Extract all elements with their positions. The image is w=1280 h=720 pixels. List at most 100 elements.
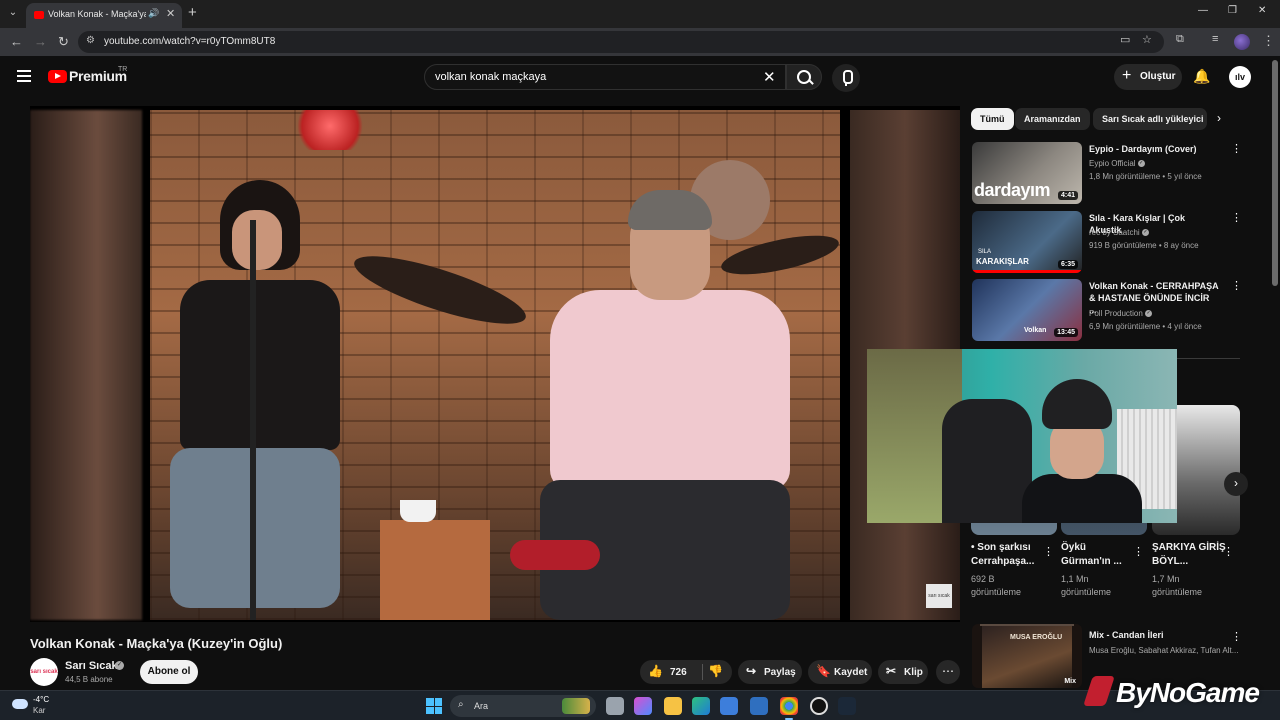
site-info-icon[interactable]: ⚙ xyxy=(86,35,95,46)
copilot-icon[interactable] xyxy=(634,697,652,715)
tab-youtube[interactable]: Volkan Konak - Maçka'ya (K 🔊 ✕ xyxy=(26,3,182,28)
weather-condition[interactable]: Kar xyxy=(33,706,45,715)
short-views: 692 Bgörüntüleme xyxy=(971,574,1022,597)
mix-thumbnail[interactable]: MUSA EROĞLU Mix xyxy=(972,624,1082,688)
youtube-logo-icon[interactable] xyxy=(48,70,67,83)
dislike-icon[interactable]: 👎 xyxy=(708,664,723,678)
search-input[interactable]: volkan konak maçkaya ✕ xyxy=(424,64,786,90)
short-title[interactable]: ŞARKIYA GİRİŞ BÖYL... xyxy=(1152,541,1228,569)
chip-all[interactable]: Tümü xyxy=(971,108,1014,130)
short-views: 1,7 Mn görüntüleme xyxy=(1152,574,1203,597)
search-query[interactable]: volkan konak maçkaya xyxy=(435,71,546,83)
save-label: Kaydet xyxy=(834,667,868,678)
create-button[interactable]: + Oluştur xyxy=(1114,64,1182,90)
related-title[interactable]: Eypio - Dardayım (Cover) xyxy=(1089,143,1219,155)
more-options-icon[interactable]: ⋮ xyxy=(1231,211,1242,224)
more-options-icon[interactable]: ⋮ xyxy=(1133,545,1144,558)
temperature[interactable]: -4°C xyxy=(33,695,49,704)
more-options-icon[interactable]: ⋮ xyxy=(1231,279,1242,292)
video-player[interactable]: sarı sıcak xyxy=(30,106,960,622)
file-explorer-icon[interactable] xyxy=(664,697,682,715)
audio-playing-icon[interactable]: 🔊 xyxy=(148,8,159,19)
bynogame-watermark: ByNoGame xyxy=(1083,676,1260,709)
cast-icon[interactable]: ▭ xyxy=(1120,33,1130,46)
channel-name[interactable]: Sarı Sıcak xyxy=(65,660,118,672)
reading-list-icon[interactable]: ≡ xyxy=(1212,33,1218,45)
duration-badge: 6:35 xyxy=(1057,260,1078,269)
video-thumbnail[interactable]: dardayım 4:41 xyxy=(972,142,1082,204)
new-tab-button[interactable]: + xyxy=(188,4,197,21)
clear-search-icon[interactable]: ✕ xyxy=(763,68,776,86)
shorts-next-icon[interactable]: › xyxy=(1224,472,1248,496)
save-button[interactable]: 🔖 Kaydet xyxy=(808,660,872,684)
clip-label: Klip xyxy=(904,667,923,678)
close-tab-icon[interactable]: ✕ xyxy=(166,7,175,20)
taskbar-search-placeholder: Ara xyxy=(474,701,489,711)
like-icon[interactable]: 👍 xyxy=(648,664,663,678)
more-actions-button[interactable]: ⋯ xyxy=(936,660,960,684)
notifications-bell-icon[interactable]: 🔔 xyxy=(1193,68,1210,85)
like-count[interactable]: 726 xyxy=(670,667,687,678)
browser-menu-icon[interactable]: ⋮ xyxy=(1262,33,1275,49)
short-title[interactable]: • Son şarkısı Cerrahpaşa... xyxy=(971,541,1047,569)
account-avatar[interactable]: ılv xyxy=(1229,66,1251,88)
more-options-icon[interactable]: ⋮ xyxy=(1231,630,1242,643)
more-options-icon[interactable]: ⋮ xyxy=(1231,142,1242,155)
more-options-icon[interactable]: ⋮ xyxy=(1043,545,1054,558)
page-scrollbar[interactable] xyxy=(1272,60,1278,286)
clip-button[interactable]: ✂ Klip xyxy=(878,660,928,684)
bookmark-star-icon[interactable]: ☆ xyxy=(1142,33,1152,46)
reload-icon[interactable]: ↻ xyxy=(58,34,69,50)
short-title[interactable]: Öykü Gürman'ın ... xyxy=(1061,541,1137,569)
video-title: Volkan Konak - Maçka'ya (Kuzey'in Oğlu) xyxy=(30,636,283,651)
voice-search-icon[interactable] xyxy=(832,64,860,92)
share-button[interactable]: ↪ Paylaş xyxy=(738,660,802,684)
chip-from-uploader[interactable]: Sarı Sıcak adlı yükleyici xyxy=(1093,108,1207,130)
menu-hamburger-icon[interactable] xyxy=(17,70,31,82)
subscribe-button[interactable]: Abone ol xyxy=(140,660,198,684)
edge-icon[interactable] xyxy=(692,697,710,715)
related-channel[interactable]: Eypio Official ✓ xyxy=(1089,159,1145,168)
search-highlight-image xyxy=(562,698,590,714)
related-channel[interactable]: rec by Saatchi ✓ xyxy=(1089,228,1149,237)
related-video[interactable]: Volkan 13:45 Volkan Konak - CERRAHPAŞA &… xyxy=(972,279,1252,341)
mail-icon[interactable] xyxy=(750,697,768,715)
restore-icon[interactable]: ❐ xyxy=(1228,5,1237,16)
obs-icon[interactable] xyxy=(810,697,828,715)
related-channel[interactable]: Poll Production ✓ xyxy=(1089,309,1153,318)
chip-from-search[interactable]: Aramanızdan xyxy=(1015,108,1090,130)
video-thumbnail[interactable]: Volkan 13:45 xyxy=(972,279,1082,341)
more-options-icon[interactable]: ⋮ xyxy=(1223,545,1234,558)
chevron-right-icon[interactable]: › xyxy=(1217,111,1221,125)
forward-icon[interactable]: → xyxy=(34,34,47,49)
create-label: Oluştur xyxy=(1140,71,1176,82)
red-lamp xyxy=(290,110,370,150)
video-thumbnail[interactable]: SILA KARAKIŞLAR 6:35 xyxy=(972,211,1082,273)
verified-icon: ✓ xyxy=(1137,160,1145,168)
youtube-header: Premium TR volkan konak maçkaya ✕ + Oluş… xyxy=(0,56,1280,98)
channel-watermark[interactable]: sarı sıcak xyxy=(926,584,952,608)
address-bar[interactable]: ⚙ youtube.com/watch?v=r0yTOmm8UT8 xyxy=(78,31,1164,53)
url-text[interactable]: youtube.com/watch?v=r0yTOmm8UT8 xyxy=(104,36,275,47)
task-view-icon[interactable] xyxy=(606,697,624,715)
mix-title[interactable]: Mix - Candan İleri xyxy=(1089,630,1164,640)
related-video[interactable]: SILA KARAKIŞLAR 6:35 Sıla - Kara Kışlar … xyxy=(972,211,1252,273)
window-close-icon[interactable]: ✕ xyxy=(1258,5,1266,16)
extensions-icon[interactable]: ⧉ xyxy=(1176,33,1184,46)
steam-icon[interactable] xyxy=(838,697,856,715)
profile-avatar[interactable] xyxy=(1234,34,1250,50)
taskbar-search[interactable]: ⌕ Ara xyxy=(450,695,596,717)
related-video[interactable]: dardayım 4:41 Eypio - Dardayım (Cover) E… xyxy=(972,142,1252,204)
bynogame-logo-icon xyxy=(1083,676,1115,706)
store-icon[interactable] xyxy=(720,697,738,715)
back-icon[interactable]: ← xyxy=(10,34,23,49)
weather-snow-icon[interactable] xyxy=(12,699,28,709)
channel-avatar[interactable]: sarı sıcak xyxy=(30,658,58,686)
browser-tabbar: ⌄ Volkan Konak - Maçka'ya (K 🔊 ✕ + — ❐ ✕ xyxy=(0,0,1280,28)
windows-start-icon[interactable] xyxy=(426,698,442,714)
tab-search-dropdown[interactable]: ⌄ xyxy=(4,4,22,22)
search-button[interactable] xyxy=(786,64,822,90)
minimize-icon[interactable]: — xyxy=(1198,5,1208,16)
thumbnail-text: Volkan xyxy=(1024,327,1047,334)
chrome-icon[interactable] xyxy=(780,697,798,720)
